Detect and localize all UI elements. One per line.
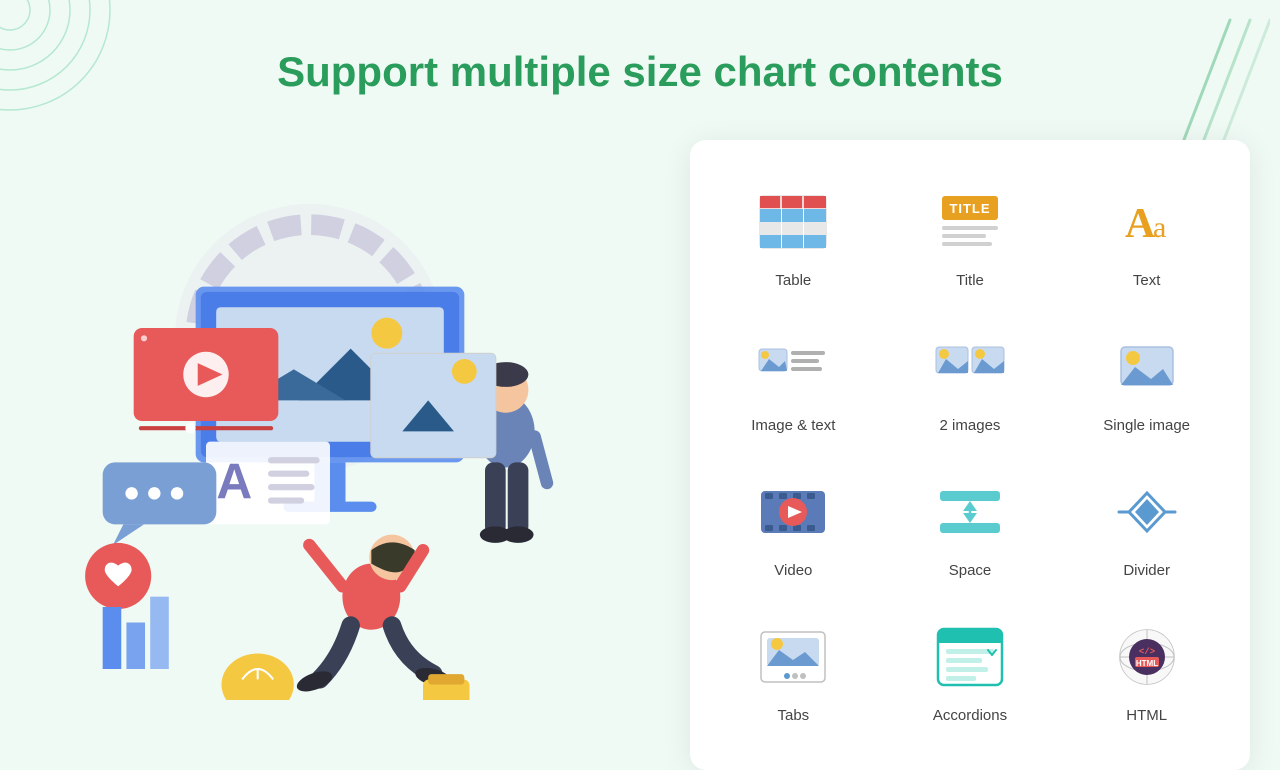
two-images-label: 2 images	[940, 417, 1001, 434]
grid-item-text[interactable]: A a Text	[1063, 170, 1230, 305]
single-image-label: Single image	[1103, 417, 1190, 434]
text-label: Text	[1133, 272, 1161, 289]
divider-icon	[1117, 485, 1177, 539]
text-icon: A a	[1117, 192, 1177, 252]
html-icon: </> HTML	[1117, 627, 1177, 687]
table-icon-box	[757, 186, 829, 258]
divider-icon-box	[1111, 476, 1183, 548]
svg-text:</>: </>	[1139, 647, 1155, 657]
video-icon-box	[757, 476, 829, 548]
single-image-icon	[1117, 341, 1177, 393]
accordions-icon-box	[934, 621, 1006, 693]
tabs-icon	[759, 630, 827, 684]
space-icon	[936, 485, 1004, 539]
accordions-label: Accordions	[933, 707, 1007, 724]
accordions-icon	[936, 627, 1004, 687]
content-card: Table TITLE Title A	[690, 140, 1250, 770]
grid-item-single-image[interactable]: Single image	[1063, 315, 1230, 450]
title-icon: TITLE	[934, 192, 1006, 252]
two-images-icon-box	[934, 331, 1006, 403]
grid-item-space[interactable]: Space	[887, 460, 1054, 595]
space-icon-box	[934, 476, 1006, 548]
svg-text:A: A	[1125, 201, 1156, 247]
grid-item-image-text[interactable]: Image & text	[710, 315, 877, 450]
video-icon	[759, 485, 827, 539]
space-label: Space	[949, 562, 992, 579]
svg-text:a: a	[1153, 211, 1166, 244]
grid-item-title[interactable]: TITLE Title	[887, 170, 1054, 305]
table-label: Table	[775, 272, 811, 289]
tabs-label: Tabs	[777, 707, 809, 724]
html-icon-box: </> HTML	[1111, 621, 1183, 693]
grid-item-2images[interactable]: 2 images	[887, 315, 1054, 450]
tabs-icon-box	[757, 621, 829, 693]
svg-text:A: A	[216, 454, 252, 510]
grid-item-divider[interactable]: Divider	[1063, 460, 1230, 595]
title-icon-box: TITLE	[934, 186, 1006, 258]
grid-item-video[interactable]: Video	[710, 460, 877, 595]
image-text-icon-box	[757, 331, 829, 403]
image-text-icon	[757, 341, 829, 393]
grid-item-table[interactable]: Table	[710, 170, 877, 305]
svg-text:TITLE: TITLE	[949, 201, 990, 216]
features-grid: Table TITLE Title A	[710, 170, 1230, 740]
table-icon	[759, 195, 827, 249]
html-label: HTML	[1126, 707, 1167, 724]
title-label: Title	[956, 272, 984, 289]
single-image-icon-box	[1111, 331, 1183, 403]
divider-label: Divider	[1123, 562, 1170, 579]
video-label: Video	[774, 562, 812, 579]
two-images-icon	[934, 341, 1006, 393]
svg-text:HTML: HTML	[1136, 659, 1158, 668]
illustration: A	[20, 80, 640, 700]
text-icon-box: A a	[1111, 186, 1183, 258]
image-text-label: Image & text	[751, 417, 835, 434]
